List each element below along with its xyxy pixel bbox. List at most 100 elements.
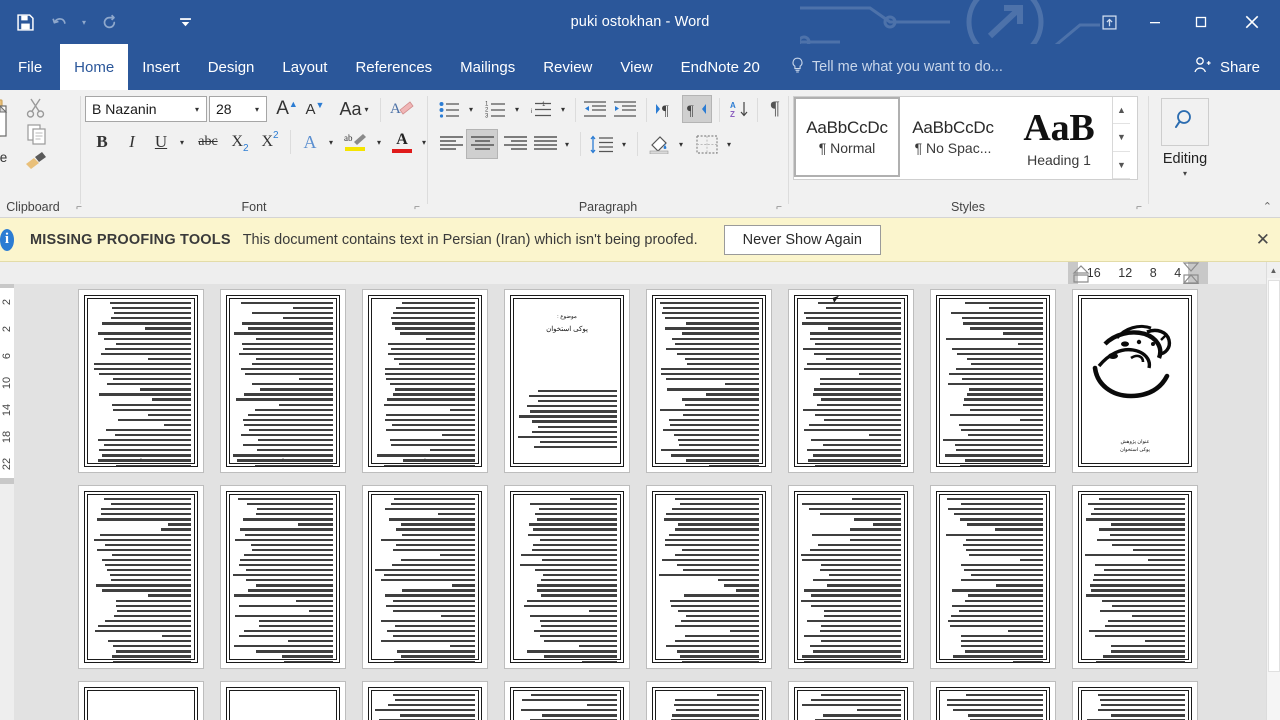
style-item-heading-1[interactable]: AaB Heading 1: [1006, 97, 1112, 177]
multilevel-caret[interactable]: ▾: [556, 96, 570, 122]
minimize-button[interactable]: [1132, 0, 1178, 44]
right-to-left-button[interactable]: ¶: [682, 95, 712, 123]
undo-dropdown-caret[interactable]: ▾: [76, 7, 92, 37]
shading-caret[interactable]: ▾: [674, 130, 688, 158]
document-page[interactable]: [220, 681, 346, 720]
undo-icon[interactable]: [42, 7, 76, 37]
page-thumbnail[interactable]: [354, 681, 496, 720]
tab-references[interactable]: References: [341, 44, 446, 90]
page-thumbnail[interactable]: [638, 681, 780, 720]
tab-review[interactable]: Review: [529, 44, 606, 90]
message-bar-close-icon[interactable]: ✕: [1256, 230, 1270, 250]
text-effects-button[interactable]: A: [296, 128, 324, 156]
styles-more-icon[interactable]: ▼: [1113, 152, 1130, 179]
line-spacing-caret[interactable]: ▾: [617, 130, 631, 158]
page-thumbnail[interactable]: [70, 681, 212, 720]
decrease-indent-button[interactable]: [581, 96, 609, 122]
sort-button[interactable]: AZ: [725, 96, 753, 122]
justify-caret[interactable]: ▾: [560, 130, 574, 158]
page-thumbnail[interactable]: [922, 681, 1064, 720]
document-page[interactable]: [930, 289, 1056, 473]
styles-scroll-down-icon[interactable]: ▼: [1113, 124, 1130, 152]
clear-formatting-button[interactable]: A: [387, 96, 417, 122]
highlight-caret[interactable]: ▾: [372, 128, 386, 156]
page-thumbnail[interactable]: [1064, 681, 1206, 720]
document-page[interactable]: [930, 681, 1056, 720]
styles-dialog-launcher[interactable]: ⌐: [1136, 202, 1142, 213]
align-left-button[interactable]: [436, 130, 466, 158]
multilevel-list-button[interactable]: 1i: [528, 96, 556, 122]
editing-caret[interactable]: ▾: [1152, 169, 1218, 178]
underline-caret[interactable]: ▾: [174, 128, 190, 156]
horizontal-ruler[interactable]: 16 12 8 4: [0, 262, 1280, 284]
copy-icon[interactable]: [26, 123, 48, 150]
left-to-right-button[interactable]: ¶: [652, 96, 680, 122]
page-thumbnail[interactable]: [638, 289, 780, 473]
document-page[interactable]: [788, 485, 914, 669]
styles-gallery-scrollbar[interactable]: ▲ ▼ ▼: [1112, 97, 1130, 179]
chevron-down-icon[interactable]: ▾: [188, 105, 206, 114]
justify-button[interactable]: [530, 130, 560, 158]
font-name-combo[interactable]: B Nazanin ▾: [85, 96, 207, 122]
document-page[interactable]: [1072, 681, 1198, 720]
numbering-button[interactable]: 123: [482, 96, 510, 122]
page-thumbnail[interactable]: [1064, 485, 1206, 669]
borders-button[interactable]: [692, 130, 722, 158]
page-thumbnail[interactable]: ۳: [212, 289, 354, 473]
tab-home[interactable]: Home: [60, 44, 129, 90]
style-item-no-spacing[interactable]: AaBbCcDc ¶ No Spac...: [900, 97, 1006, 177]
italic-button[interactable]: I: [118, 128, 146, 156]
left-indent-marker-icon[interactable]: [1070, 263, 1092, 284]
bullets-caret[interactable]: ▾: [464, 96, 478, 122]
page-thumbnail[interactable]: [638, 485, 780, 669]
vertical-scrollbar[interactable]: ▲: [1266, 262, 1280, 720]
tab-insert[interactable]: Insert: [128, 44, 194, 90]
page-thumbnail[interactable]: [212, 485, 354, 669]
line-spacing-button[interactable]: [587, 130, 617, 158]
chevron-down-icon[interactable]: ▾: [248, 105, 266, 114]
subscript-button[interactable]: X2: [226, 128, 254, 156]
cut-scissors-icon[interactable]: [24, 96, 48, 125]
numbering-caret[interactable]: ▾: [510, 96, 524, 122]
styles-gallery[interactable]: AaBbCcDc ¶ Normal AaBbCcDc ¶ No Spac... …: [793, 96, 1138, 180]
bold-button[interactable]: B: [88, 128, 116, 156]
page-thumbnail[interactable]: [922, 485, 1064, 669]
page-thumbnail[interactable]: [496, 681, 638, 720]
tab-file[interactable]: File: [0, 44, 60, 90]
right-indent-marker-icon[interactable]: [1180, 262, 1202, 284]
editing-button[interactable]: [1161, 98, 1209, 146]
paragraph-dialog-launcher[interactable]: ⌐: [776, 202, 782, 213]
change-case-button[interactable]: Aa ▾: [333, 96, 375, 122]
page-thumbnail[interactable]: ۲: [354, 289, 496, 473]
document-page[interactable]: موضوع : پوکی استخوان: [504, 289, 630, 473]
document-page[interactable]: [78, 681, 204, 720]
redo-icon[interactable]: [92, 7, 126, 37]
scrollbar-thumb[interactable]: [1268, 280, 1280, 672]
page-thumbnail[interactable]: موضوع : پوکی استخوان: [496, 289, 638, 473]
document-page[interactable]: [930, 485, 1056, 669]
page-thumbnail[interactable]: [780, 289, 922, 473]
font-size-combo[interactable]: 28 ▾: [209, 96, 267, 122]
document-page[interactable]: عنوان پژوهش پوکی استخوان: [1072, 289, 1198, 473]
font-dialog-launcher[interactable]: ⌐: [414, 202, 420, 213]
document-page[interactable]: ۴: [78, 289, 204, 473]
tab-endnote[interactable]: EndNote 20: [667, 44, 774, 90]
tell-me-box[interactable]: Tell me what you want to do...: [780, 44, 1013, 90]
style-item-normal[interactable]: AaBbCcDc ¶ Normal: [794, 97, 900, 177]
increase-indent-button[interactable]: [611, 96, 639, 122]
page-thumbnail[interactable]: [922, 289, 1064, 473]
strikethrough-button[interactable]: abc: [192, 128, 224, 156]
document-page[interactable]: ۲: [362, 289, 488, 473]
superscript-button[interactable]: X2: [256, 128, 284, 156]
tab-view[interactable]: View: [606, 44, 666, 90]
font-color-button[interactable]: A: [387, 128, 417, 156]
grow-font-button[interactable]: A ▲: [274, 96, 300, 122]
page-thumbnail[interactable]: عنوان پژوهش پوکی استخوان: [1064, 289, 1206, 473]
document-page[interactable]: [788, 289, 914, 473]
document-page[interactable]: [78, 485, 204, 669]
document-page[interactable]: [504, 681, 630, 720]
page-thumbnail[interactable]: ۴: [70, 289, 212, 473]
underline-button[interactable]: U: [148, 128, 174, 156]
page-thumbnail[interactable]: [496, 485, 638, 669]
vertical-ruler[interactable]: 2 2 6 10 14 18 22: [0, 284, 14, 720]
